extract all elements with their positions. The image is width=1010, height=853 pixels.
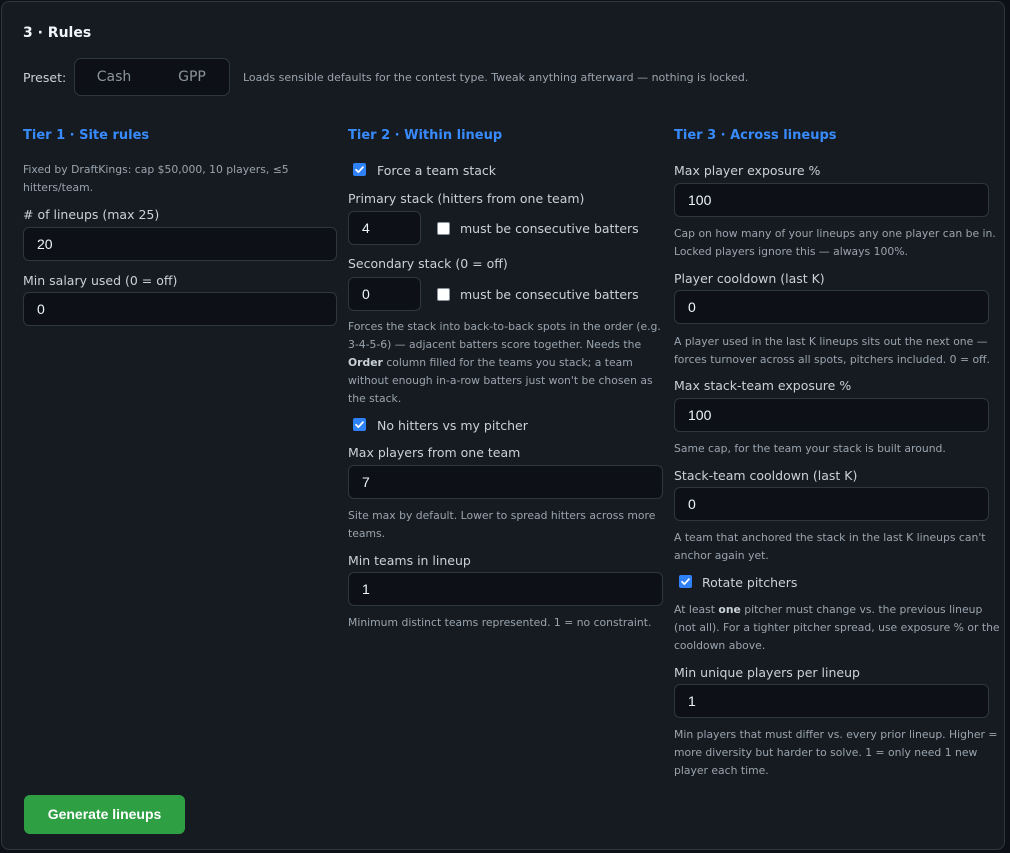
primary-stack-label: Primary stack (hitters from one team) — [348, 191, 585, 206]
lineups-count-input[interactable]: 20 — [23, 227, 337, 261]
stack-help-line: Order column filled for the teams you st… — [348, 354, 661, 372]
rotate-pitchers-help-line: cooldown above. — [674, 639, 766, 652]
stack-cooldown-help-line: A team that anchored the stack in the la… — [674, 531, 986, 544]
min-unique-help-line: more diversity but harder to solve. 1 = … — [674, 746, 978, 759]
max-team-label: Max players from one team — [348, 445, 521, 460]
max-exposure-help: Cap on how many of your lineups any one … — [674, 225, 996, 261]
secondary-consecutive-checkbox[interactable] — [437, 288, 450, 301]
stack-exposure-help: Same cap, for the team your stack is bui… — [674, 442, 946, 455]
primary-stack-input[interactable]: 4 — [348, 211, 421, 245]
order-column-term: Order — [348, 356, 383, 369]
preset-segmented-control: Cash GPP — [74, 58, 230, 96]
rotate-pitchers-label: Rotate pitchers — [702, 575, 798, 590]
stack-help: Forces the stack into back-to-back spots… — [348, 318, 661, 408]
player-cooldown-help: A player used in the last K lineups sits… — [674, 333, 990, 369]
max-exposure-help-line: Locked players ignore this — always 100%… — [674, 245, 908, 258]
lineups-count-label: # of lineups (max 25) — [23, 207, 160, 222]
rotate-help-text: pitcher must change vs. the previous lin… — [740, 603, 983, 616]
rotate-help-emphasis: one — [718, 603, 741, 616]
stack-help-text: column filled for the teams you stack; a… — [382, 356, 633, 369]
stack-exposure-label: Max stack-team exposure % — [674, 378, 852, 393]
tier1-fixed-note-line: Fixed by DraftKings: cap $50,000, 10 pla… — [23, 163, 289, 176]
primary-consecutive-checkbox[interactable] — [437, 222, 450, 235]
preset-gpp-button[interactable]: GPP — [153, 59, 231, 95]
max-team-input[interactable]: 7 — [348, 465, 663, 499]
stack-cooldown-input[interactable]: 0 — [674, 487, 989, 521]
stack-cooldown-label: Stack-team cooldown (last K) — [674, 468, 858, 483]
force-stack-label: Force a team stack — [377, 163, 497, 178]
force-stack-checkbox[interactable] — [353, 163, 366, 176]
min-salary-label: Min salary used (0 = off) — [23, 273, 178, 288]
rotate-pitchers-help: At least one pitcher must change vs. the… — [674, 601, 1000, 655]
stack-exposure-input[interactable]: 100 — [674, 398, 989, 432]
tier3-heading: Tier 3 · Across lineups — [674, 128, 837, 143]
no-hitters-vs-pitcher-label: No hitters vs my pitcher — [377, 418, 528, 433]
player-cooldown-help-line: A player used in the last K lineups sits… — [674, 335, 988, 348]
rules-panel: 3 · Rules Preset: Cash GPP Loads sensibl… — [1, 1, 1005, 850]
tier2-heading: Tier 2 · Within lineup — [348, 128, 503, 143]
primary-consecutive-label: must be consecutive batters — [460, 221, 639, 236]
rotate-pitchers-help-line: (not all). For a tighter pitcher spread,… — [674, 621, 1000, 634]
min-teams-help: Minimum distinct teams represented. 1 = … — [348, 616, 652, 629]
max-team-help-line: teams. — [348, 527, 386, 540]
no-hitters-vs-pitcher-checkbox[interactable] — [353, 418, 366, 431]
stack-help-line: the stack. — [348, 392, 402, 405]
player-cooldown-input[interactable]: 0 — [674, 290, 989, 324]
preset-cash-button[interactable]: Cash — [75, 59, 153, 95]
preset-label: Preset: — [23, 70, 67, 85]
secondary-stack-input[interactable]: 0 — [348, 277, 421, 311]
max-exposure-label: Max player exposure % — [674, 163, 821, 178]
min-unique-help: Min players that must differ vs. every p… — [674, 726, 997, 780]
rotate-pitchers-help-line: At least one pitcher must change vs. the… — [674, 601, 1000, 619]
generate-lineups-button[interactable]: Generate lineups — [24, 795, 185, 834]
check-icon — [355, 166, 364, 173]
player-cooldown-label: Player cooldown (last K) — [674, 271, 825, 286]
max-exposure-help-line: Cap on how many of your lineups any one … — [674, 227, 996, 240]
check-icon — [681, 578, 690, 585]
min-unique-help-line: player each time. — [674, 764, 769, 777]
max-exposure-input[interactable]: 100 — [674, 183, 989, 217]
secondary-stack-label: Secondary stack (0 = off) — [348, 256, 508, 271]
stack-help-line: 3-4-5-6) — adjacent batters score togeth… — [348, 338, 642, 351]
min-unique-help-line: Min players that must differ vs. every p… — [674, 728, 998, 741]
secondary-consecutive-label: must be consecutive batters — [460, 287, 639, 302]
preset-note: Loads sensible defaults for the contest … — [243, 71, 749, 84]
stack-help-line: Forces the stack into back-to-back spots… — [348, 320, 661, 333]
min-teams-input[interactable]: 1 — [348, 572, 663, 606]
tier1-fixed-note-line: hitters/team. — [23, 181, 94, 194]
min-teams-label: Min teams in lineup — [348, 553, 471, 568]
rotate-pitchers-checkbox[interactable] — [679, 575, 692, 588]
max-team-help-line: Site max by default. Lower to spread hit… — [348, 509, 656, 522]
min-unique-input[interactable]: 1 — [674, 684, 989, 718]
min-salary-input[interactable]: 0 — [23, 292, 337, 326]
check-icon — [355, 421, 364, 428]
rotate-help-text: At least — [674, 603, 719, 616]
min-unique-label: Min unique players per lineup — [674, 665, 860, 680]
section-title: 3 · Rules — [23, 25, 92, 41]
tier1-fixed-note: Fixed by DraftKings: cap $50,000, 10 pla… — [23, 161, 289, 197]
stack-help-line: without enough in-a-row batters just won… — [348, 374, 653, 387]
tier1-heading: Tier 1 · Site rules — [23, 128, 150, 143]
max-team-help: Site max by default. Lower to spread hit… — [348, 507, 655, 543]
player-cooldown-help-line: forces turnover across all spots, pitche… — [674, 353, 990, 366]
stack-cooldown-help-line: anchor again yet. — [674, 549, 769, 562]
stack-cooldown-help: A team that anchored the stack in the la… — [674, 529, 986, 565]
